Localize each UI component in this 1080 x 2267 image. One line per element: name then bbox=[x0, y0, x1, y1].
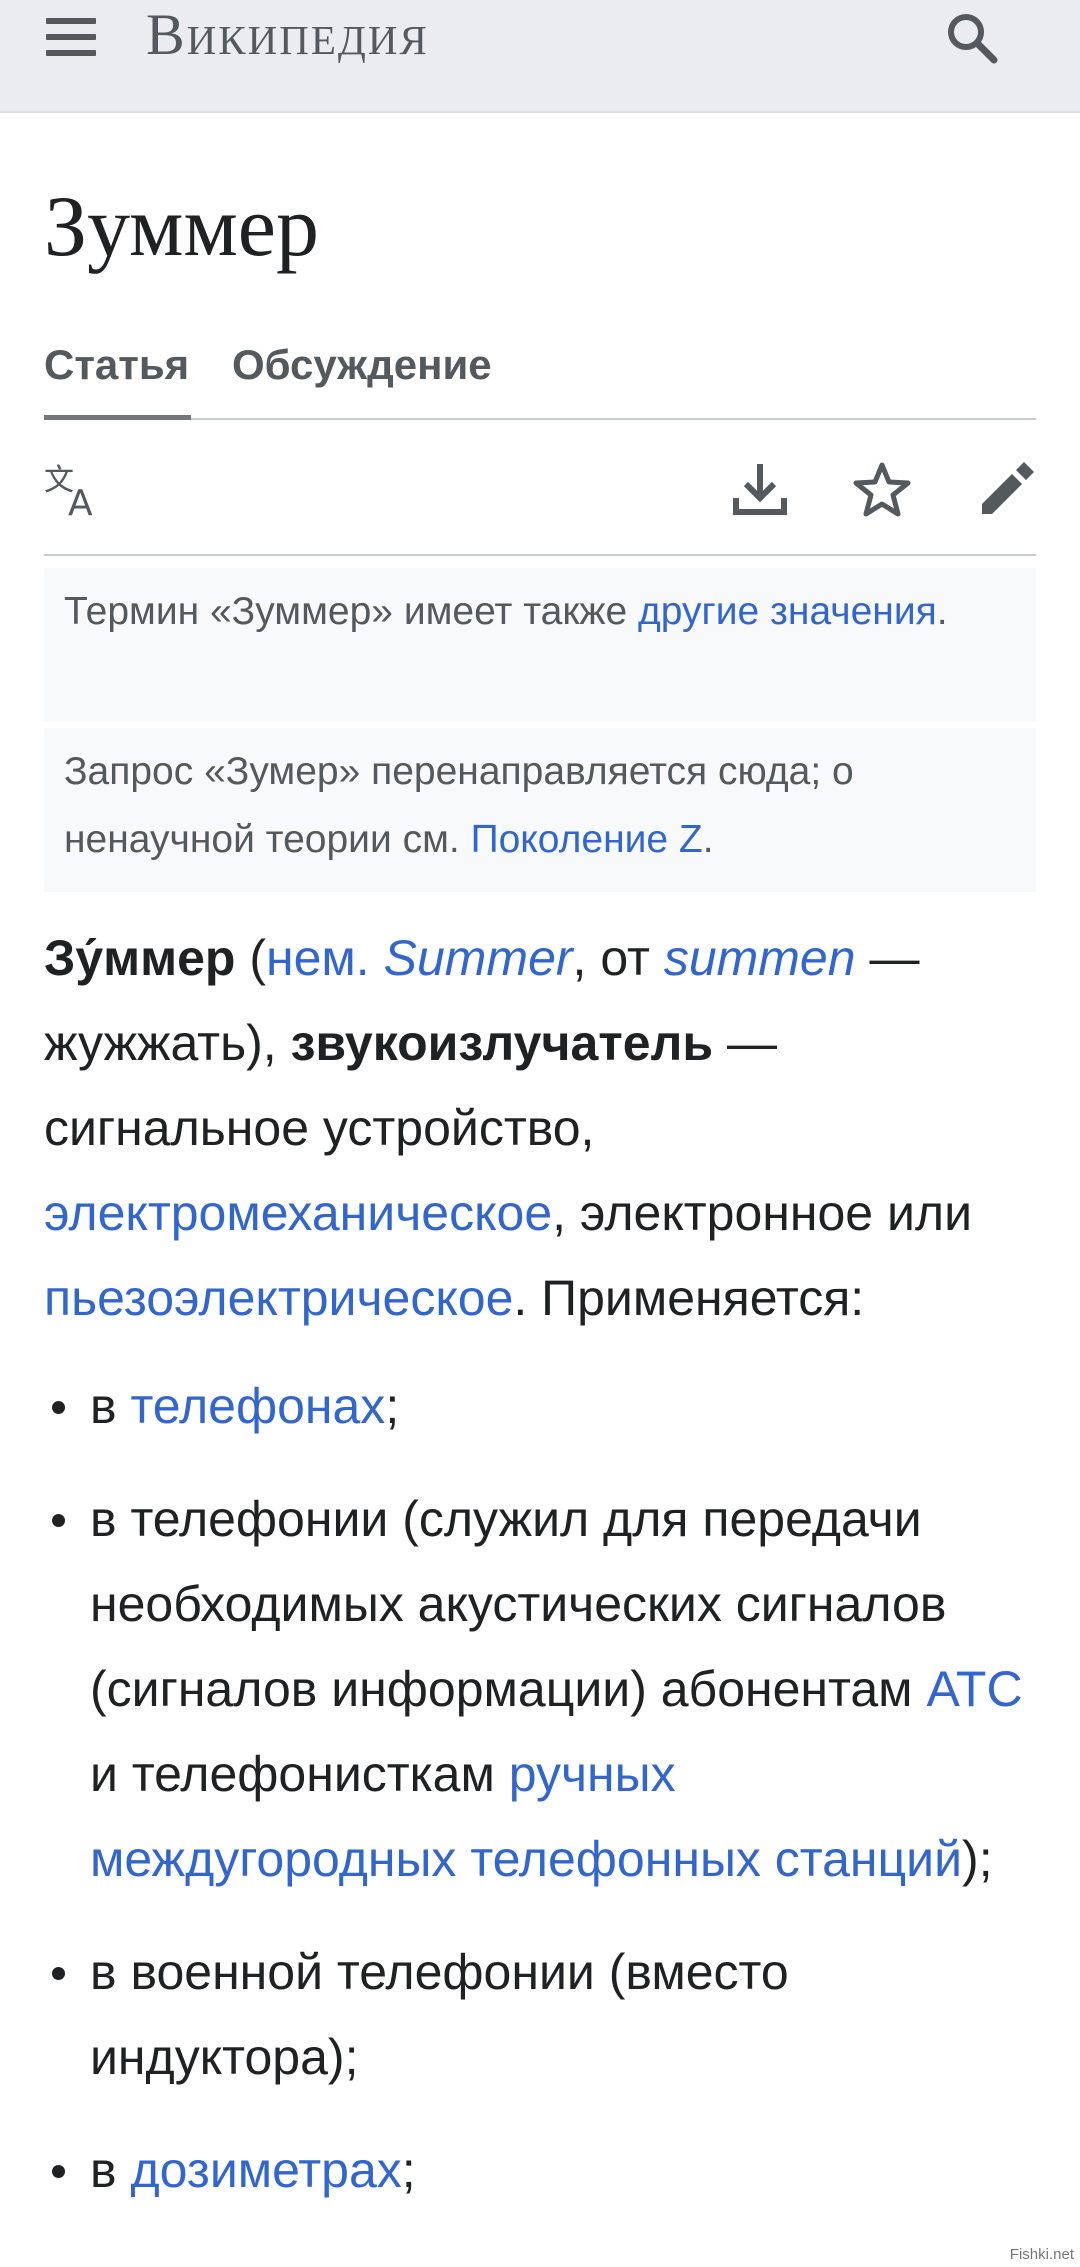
list-item-text: в bbox=[90, 2142, 131, 2198]
hatnote-other-meanings: Термин «Зуммер» имеет также другие значе… bbox=[44, 568, 1036, 722]
list-item: в телефонах; bbox=[44, 1364, 1044, 1449]
german-language-link[interactable]: нем. bbox=[266, 930, 370, 986]
generation-z-link[interactable]: Поколение Z bbox=[471, 818, 703, 861]
star-icon[interactable] bbox=[852, 460, 912, 520]
hatnote-text: Термин «Зуммер» имеет также bbox=[64, 590, 638, 633]
page-tabs: Статья Обсуждение bbox=[44, 330, 1036, 420]
tab-talk[interactable]: Обсуждение bbox=[232, 340, 492, 390]
summen-word: summen bbox=[663, 930, 856, 986]
lead-text: , от bbox=[572, 930, 664, 986]
lead-text: . Применяется: bbox=[513, 1270, 865, 1326]
hamburger-menu-icon[interactable] bbox=[44, 14, 100, 60]
hatnote-end: . bbox=[936, 590, 948, 633]
wikipedia-wordmark[interactable]: Википедия bbox=[146, 2, 429, 68]
telephones-link[interactable]: телефонах bbox=[130, 1378, 385, 1434]
electromechanical-link[interactable]: электромеханическое bbox=[44, 1185, 552, 1241]
hatnote-end: . bbox=[702, 818, 714, 861]
list-item-text: ; bbox=[385, 1378, 400, 1434]
list-item-text: в телефонии (служил для передачи необход… bbox=[90, 1491, 947, 1717]
hatnote-redirect: Запрос «Зумер» перенаправляется сюда; о … bbox=[44, 728, 1036, 892]
search-icon[interactable] bbox=[944, 10, 1000, 66]
lead-text bbox=[370, 930, 384, 986]
uses-list: в телефонах; в телефонии (служил для пер… bbox=[44, 1364, 1044, 2241]
german-word: Summer bbox=[383, 930, 573, 986]
other-meanings-link[interactable]: другие значения bbox=[638, 590, 937, 633]
ats-link[interactable]: АТС bbox=[926, 1661, 1022, 1717]
dosimeters-link[interactable]: дозиметрах bbox=[130, 2142, 401, 2198]
summen-word-link[interactable]: summen bbox=[664, 930, 856, 986]
menu-line bbox=[46, 50, 96, 56]
svg-text:A: A bbox=[68, 483, 93, 520]
list-item-text: в bbox=[90, 1378, 131, 1434]
page-title: Зуммер bbox=[44, 178, 319, 274]
list-item-text: в военной телефонии (вместо индуктора); bbox=[90, 1944, 789, 2085]
page-actions-toolbar: 文 A bbox=[44, 422, 1036, 556]
top-header-bar: Википедия bbox=[0, 0, 1080, 113]
lead-text: ( bbox=[235, 930, 267, 986]
list-item-text: ; bbox=[401, 2142, 416, 2198]
list-item-text: и телефонисткам bbox=[90, 1746, 509, 1802]
edit-pencil-icon[interactable] bbox=[976, 460, 1036, 520]
lead-text: , электронное или bbox=[552, 1185, 973, 1241]
active-tab-indicator bbox=[44, 415, 191, 420]
piezoelectric-link[interactable]: пьезоэлектрическое bbox=[44, 1270, 513, 1326]
download-icon[interactable] bbox=[730, 460, 790, 520]
lead-term: Зу́ммер bbox=[44, 930, 236, 986]
list-item: в телефонии (служил для передачи необход… bbox=[44, 1477, 1044, 1902]
list-item: в военной телефонии (вместо индуктора); bbox=[44, 1930, 1044, 2100]
german-word-link[interactable]: Summer bbox=[384, 930, 573, 986]
list-item-text: ); bbox=[962, 1831, 993, 1887]
menu-line bbox=[46, 18, 96, 24]
lead-paragraph: Зу́ммер (нем. Summer, от summen — жужжат… bbox=[44, 916, 1044, 1341]
hatnote-text: Запрос «Зумер» перенаправляется сюда; о … bbox=[64, 750, 854, 861]
watermark: Fishki.net bbox=[1009, 2246, 1074, 2263]
language-icon[interactable]: 文 A bbox=[44, 460, 104, 524]
list-item: в дозиметрах; bbox=[44, 2128, 1044, 2213]
lead-term-2: звукоизлучатель bbox=[290, 1015, 714, 1071]
menu-line bbox=[46, 34, 96, 40]
tab-article[interactable]: Статья bbox=[44, 340, 189, 390]
